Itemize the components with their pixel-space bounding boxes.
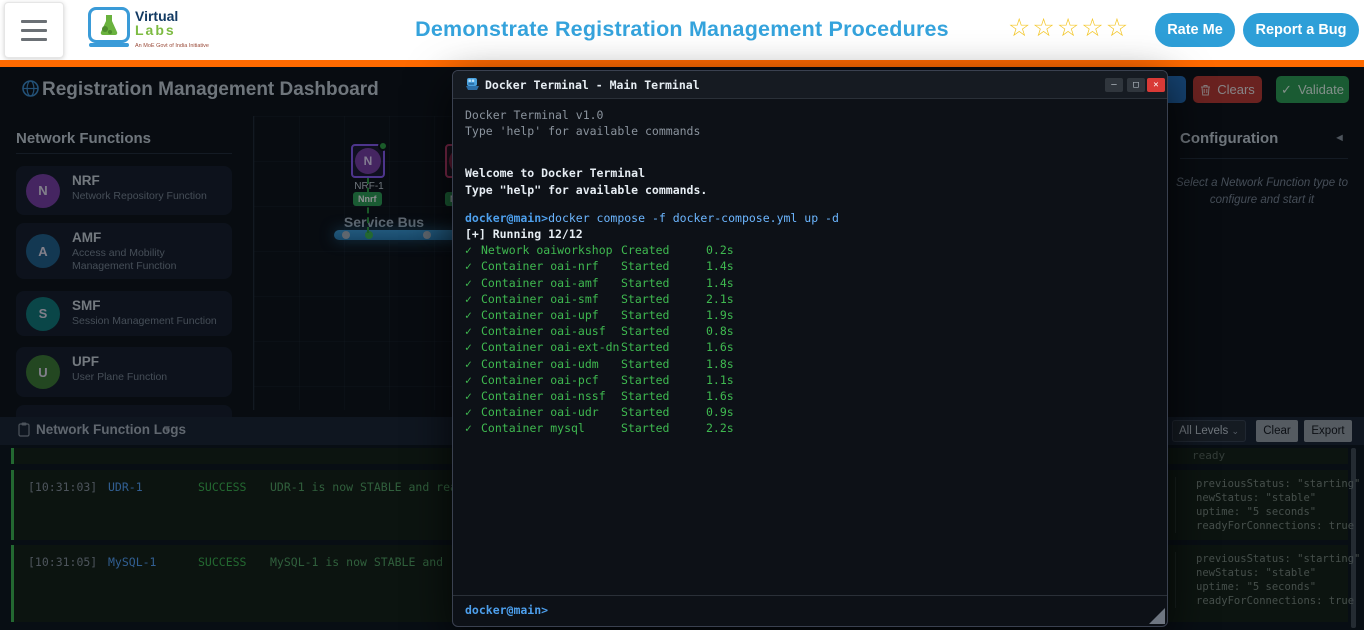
compose-result-row: ✓ Container oai-udr Started 0.9s xyxy=(465,404,1155,420)
compose-status: Started xyxy=(621,275,670,290)
compose-result-row: ✓ Container oai-pcf Started 1.1s xyxy=(465,372,1155,388)
check-icon: ✓ xyxy=(465,324,472,339)
check-icon: ✓ xyxy=(465,356,472,371)
compose-time: 1.9s xyxy=(706,308,734,323)
compose-name: Container oai-udr xyxy=(481,405,599,420)
minimize-button[interactable]: – xyxy=(1105,78,1123,92)
compose-time: 0.9s xyxy=(706,405,734,420)
compose-result-row: ✓ Container oai-nrf Started 1.4s xyxy=(465,258,1155,274)
compose-result-row: ✓ Container oai-nssf Started 1.6s xyxy=(465,388,1155,404)
star-rating[interactable]: ☆ ☆ ☆ ☆ ☆ xyxy=(1008,13,1128,43)
check-icon: ✓ xyxy=(465,372,472,387)
compose-time: 0.8s xyxy=(706,324,734,339)
compose-status: Started xyxy=(621,421,670,436)
compose-status: Started xyxy=(621,308,670,323)
compose-result-row: ✓ Container oai-udm Started 1.8s xyxy=(465,356,1155,372)
compose-result-row: ✓ Container oai-ext-dn Started 1.6s xyxy=(465,339,1155,355)
compose-result-row: ✓ Container oai-ausf Started 0.8s xyxy=(465,323,1155,339)
compose-name: Container oai-smf xyxy=(481,291,599,306)
resize-handle[interactable] xyxy=(1149,608,1165,624)
compose-status: Started xyxy=(621,356,670,371)
star-icon[interactable]: ☆ xyxy=(1057,13,1079,43)
compose-status: Created xyxy=(621,243,670,258)
compose-result-list: ✓ Network oaiworkshop Created 0.2s ✓ Con… xyxy=(465,242,1155,436)
maximize-button[interactable]: □ xyxy=(1127,78,1145,92)
compose-name: Container oai-upf xyxy=(481,308,599,323)
compose-status: Started xyxy=(621,324,670,339)
compose-time: 1.1s xyxy=(706,372,734,387)
check-icon: ✓ xyxy=(465,243,472,258)
compose-result-row: ✓ Container oai-smf Started 2.1s xyxy=(465,291,1155,307)
compose-running-line: [+] Running 12/12 xyxy=(465,227,583,242)
compose-result-row: ✓ Container mysql Started 2.2s xyxy=(465,420,1155,436)
compose-name: Container mysql xyxy=(481,421,585,436)
compose-name: Container oai-ausf xyxy=(481,324,606,339)
compose-time: 2.1s xyxy=(706,291,734,306)
terminal-command-line: docker@main>docker compose -f docker-com… xyxy=(465,210,1155,226)
close-button[interactable]: ✕ xyxy=(1147,78,1165,92)
compose-status: Started xyxy=(621,405,670,420)
rate-me-button[interactable]: Rate Me xyxy=(1155,13,1235,47)
check-icon: ✓ xyxy=(465,340,472,355)
check-icon: ✓ xyxy=(465,405,472,420)
compose-result-row: ✓ Network oaiworkshop Created 0.2s xyxy=(465,242,1155,258)
compose-result-row: ✓ Container oai-upf Started 1.9s xyxy=(465,307,1155,323)
compose-time: 0.2s xyxy=(706,243,734,258)
check-icon: ✓ xyxy=(465,421,472,436)
terminal-version-line: Docker Terminal v1.0 xyxy=(465,108,604,122)
screen: Virtual Labs An MoE Govt of India Initia… xyxy=(0,0,1364,630)
compose-status: Started xyxy=(621,372,670,387)
star-icon[interactable]: ☆ xyxy=(1081,13,1103,43)
compose-time: 1.4s xyxy=(706,275,734,290)
check-icon: ✓ xyxy=(465,259,472,274)
compose-name: Container oai-nrf xyxy=(481,259,599,274)
terminal-input-divider xyxy=(453,595,1167,596)
terminal-titlebar[interactable]: Docker Terminal - Main Terminal – □ ✕ xyxy=(453,71,1167,99)
check-icon: ✓ xyxy=(465,308,472,323)
compose-time: 2.2s xyxy=(706,421,734,436)
star-icon[interactable]: ☆ xyxy=(1032,13,1054,43)
terminal-output: Docker Terminal v1.0 Type 'help' for ava… xyxy=(453,99,1167,626)
compose-time: 1.6s xyxy=(706,389,734,404)
compose-time: 1.4s xyxy=(706,259,734,274)
terminal-help-line: Type 'help' for available commands xyxy=(465,124,701,139)
check-icon: ✓ xyxy=(465,389,472,404)
terminal-welcome-help: Type "help" for available commands. xyxy=(465,182,708,197)
compose-name: Network oaiworkshop xyxy=(481,243,613,258)
compose-time: 1.6s xyxy=(706,340,734,355)
compose-name: Container oai-pcf xyxy=(481,372,599,387)
compose-status: Started xyxy=(621,259,670,274)
compose-name: Container oai-amf xyxy=(481,275,599,290)
report-bug-button[interactable]: Report a Bug xyxy=(1243,13,1359,47)
star-icon[interactable]: ☆ xyxy=(1008,13,1030,43)
compose-name: Container oai-ext-dn xyxy=(481,340,620,355)
accent-bar xyxy=(0,60,1364,67)
terminal-prompt: docker@main> xyxy=(465,210,549,225)
terminal-title: Docker Terminal - Main Terminal xyxy=(485,78,700,92)
compose-time: 1.8s xyxy=(706,356,734,371)
compose-name: Container oai-udm xyxy=(481,356,599,371)
terminal-welcome-line: Welcome to Docker Terminal xyxy=(465,166,646,181)
compose-result-row: ✓ Container oai-amf Started 1.4s xyxy=(465,275,1155,291)
terminal-input-line[interactable]: docker@main> xyxy=(465,603,548,617)
star-icon[interactable]: ☆ xyxy=(1106,13,1128,43)
terminal-command: docker compose -f docker-compose.yml up … xyxy=(548,210,839,225)
docker-whale-icon xyxy=(466,78,479,90)
compose-name: Container oai-nssf xyxy=(481,389,606,404)
check-icon: ✓ xyxy=(465,275,472,290)
app-header: Virtual Labs An MoE Govt of India Initia… xyxy=(0,0,1364,60)
compose-status: Started xyxy=(621,340,670,355)
docker-terminal-window: Docker Terminal - Main Terminal – □ ✕ Do… xyxy=(452,70,1168,627)
compose-status: Started xyxy=(621,389,670,404)
compose-status: Started xyxy=(621,291,670,306)
check-icon: ✓ xyxy=(465,291,472,306)
